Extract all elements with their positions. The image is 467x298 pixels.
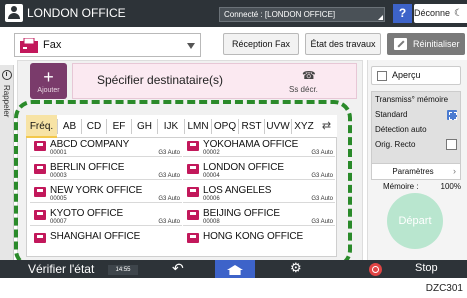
parameters-label: Paramètres [392, 167, 434, 176]
add-label: Ajouter [37, 87, 60, 94]
top-bar: LONDON OFFICE Connecté : [LONDON OFFICE]… [0, 0, 467, 27]
bottom-bar: Vérifier l'état 14:55 ↶ ⚙ Stop [0, 260, 467, 278]
back-icon[interactable]: ↶ [172, 260, 184, 277]
checkbox-icon [377, 71, 387, 81]
chevron-down-icon [187, 43, 195, 49]
user-icon[interactable] [5, 4, 23, 22]
figure-code: DZC301 [425, 283, 463, 294]
job-status-button[interactable]: État des travaux [305, 33, 381, 55]
phone-icon[interactable]: ☎ [302, 69, 316, 82]
check-status-button[interactable]: Vérifier l'état [28, 262, 94, 276]
moon-icon[interactable]: ☾ [450, 4, 467, 23]
reset-label: Réinitialiser [413, 39, 460, 49]
recall-tab[interactable]: Rappeler [0, 65, 14, 270]
device-title: LONDON OFFICE [27, 6, 126, 20]
clock-icon [2, 70, 12, 80]
start-button[interactable]: Départ [387, 193, 443, 249]
page-icon [446, 139, 457, 150]
parameters-button[interactable]: Paramètres › [371, 163, 461, 180]
fax-reception-button[interactable]: Réception Fax [223, 33, 299, 55]
connection-status[interactable]: Connecté : [LONDON OFFICE] [219, 7, 385, 22]
memory-label: Mémoire : [383, 182, 419, 191]
resolution-icon [447, 110, 457, 120]
preview-label: Aperçu [392, 70, 421, 80]
chevron-right-icon: › [453, 166, 456, 176]
original-setting: Orig. Recto [375, 140, 416, 149]
reset-button[interactable]: Réinitialiser [387, 33, 465, 55]
plus-icon: + [43, 67, 54, 87]
density-setting: Détection auto [375, 125, 427, 134]
app-label: Fax [43, 39, 62, 51]
pencil-icon [394, 38, 407, 50]
memory-value: 100% [440, 182, 461, 191]
highlight-frame [14, 100, 352, 268]
expand-corner-icon [378, 15, 383, 20]
stop-icon[interactable] [369, 263, 382, 276]
fax-icon [20, 38, 38, 53]
stop-label[interactable]: Stop [415, 262, 438, 274]
connection-status-text: Connecté : [LONDON OFFICE] [224, 10, 336, 19]
transmission-mode: Transmiss° mémoire [375, 95, 449, 104]
clock-time: 14:55 [108, 265, 138, 275]
destination-field[interactable]: Spécifier destinataire(s) ☎ Ss décr. [72, 63, 357, 99]
home-icon[interactable] [215, 260, 255, 278]
destination-label: Spécifier destinataire(s) [97, 73, 224, 87]
preview-checkbox[interactable]: Aperçu [371, 66, 461, 85]
recall-tab-label: Rappeler [2, 85, 11, 118]
help-button[interactable]: ? [393, 4, 412, 23]
settings-summary[interactable]: Transmiss° mémoire Standard Détection au… [371, 91, 461, 171]
onhook-caption: Ss décr. [289, 85, 318, 94]
add-destination-button[interactable]: + Ajouter [30, 63, 67, 99]
gear-icon[interactable]: ⚙ [290, 260, 302, 276]
resolution-setting: Standard [375, 110, 408, 119]
app-selector[interactable]: Fax [14, 33, 201, 57]
